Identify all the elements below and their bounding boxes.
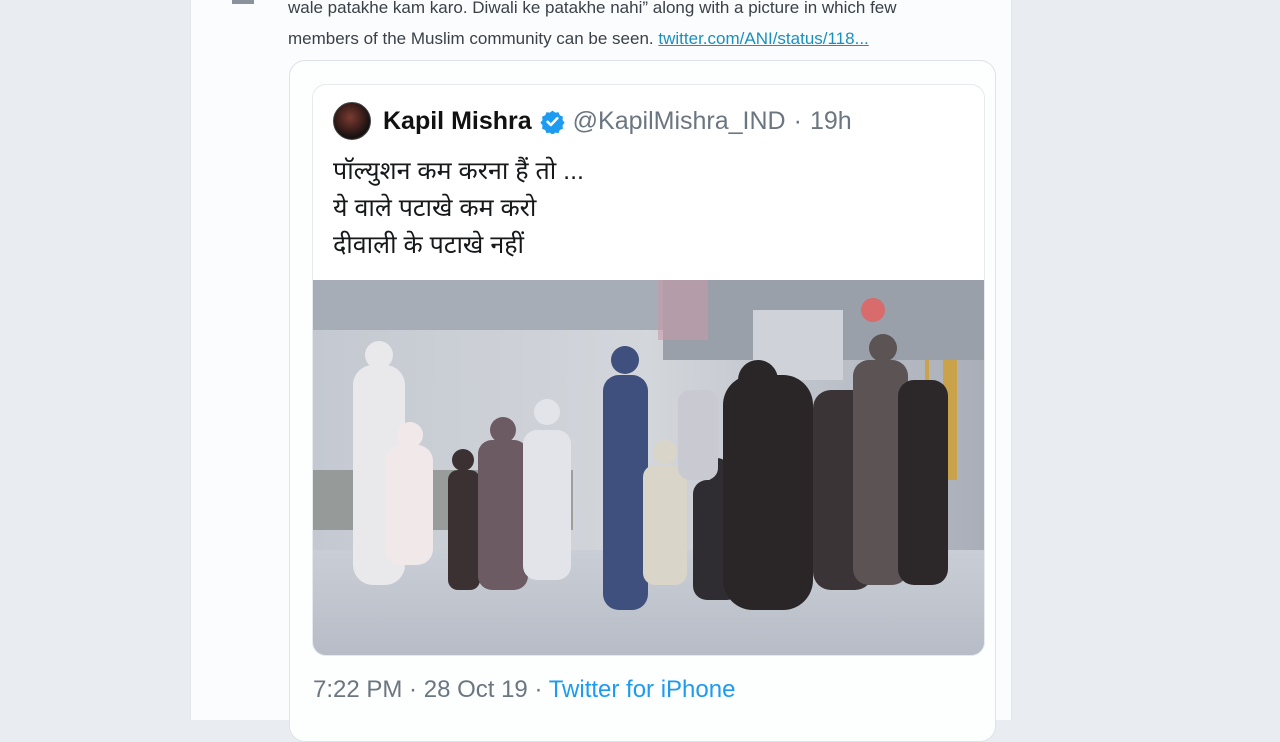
post-date[interactable]: 28 Oct 19 xyxy=(424,676,528,703)
author-handle[interactable]: @KapilMishra_IND xyxy=(573,107,786,136)
author-name[interactable]: Kapil Mishra xyxy=(383,107,532,136)
tweet-link[interactable]: twitter.com/ANI/status/118... xyxy=(658,29,868,48)
meta-separator: · xyxy=(527,676,549,703)
tweet-header: Kapil Mishra @KapilMishra_IND · 19h xyxy=(333,102,852,140)
tweet-source-link[interactable]: Twitter for iPhone xyxy=(549,676,736,703)
avatar[interactable] xyxy=(333,102,371,140)
tweet-text-line-2: members of the Muslim community can be s… xyxy=(288,29,654,48)
verified-badge-icon xyxy=(540,110,565,134)
tweet-text-line-1: wale patakhe kam karo. Diwali ke patakhe… xyxy=(288,0,897,17)
tweet-meta: 7:22 PM · 28 Oct 19 · Twitter for iPhone xyxy=(313,676,735,704)
tweet-text: wale patakhe kam karo. Diwali ke patakhe… xyxy=(288,0,998,54)
tweet-body-line: पॉल्युशन कम करना हैं तो ... xyxy=(333,157,584,185)
post-time[interactable]: 7:22 PM xyxy=(313,676,402,703)
menu-icon[interactable] xyxy=(232,0,254,4)
tweet-time[interactable]: 19h xyxy=(810,107,852,136)
tweet-body-line: दीवाली के पटाखे नहीं xyxy=(333,231,524,259)
quoted-tweet[interactable]: Kapil Mishra @KapilMishra_IND · 19h पॉल्… xyxy=(312,84,985,656)
meta-separator: · xyxy=(402,676,424,703)
tweet-photo[interactable] xyxy=(313,280,984,655)
tweet-body: पॉल्युशन कम करना हैं तो ... ये वाले पटाख… xyxy=(333,153,953,264)
tweet-body-line: ये वाले पटाखे कम करो xyxy=(333,194,537,222)
header-separator: · xyxy=(793,106,802,135)
